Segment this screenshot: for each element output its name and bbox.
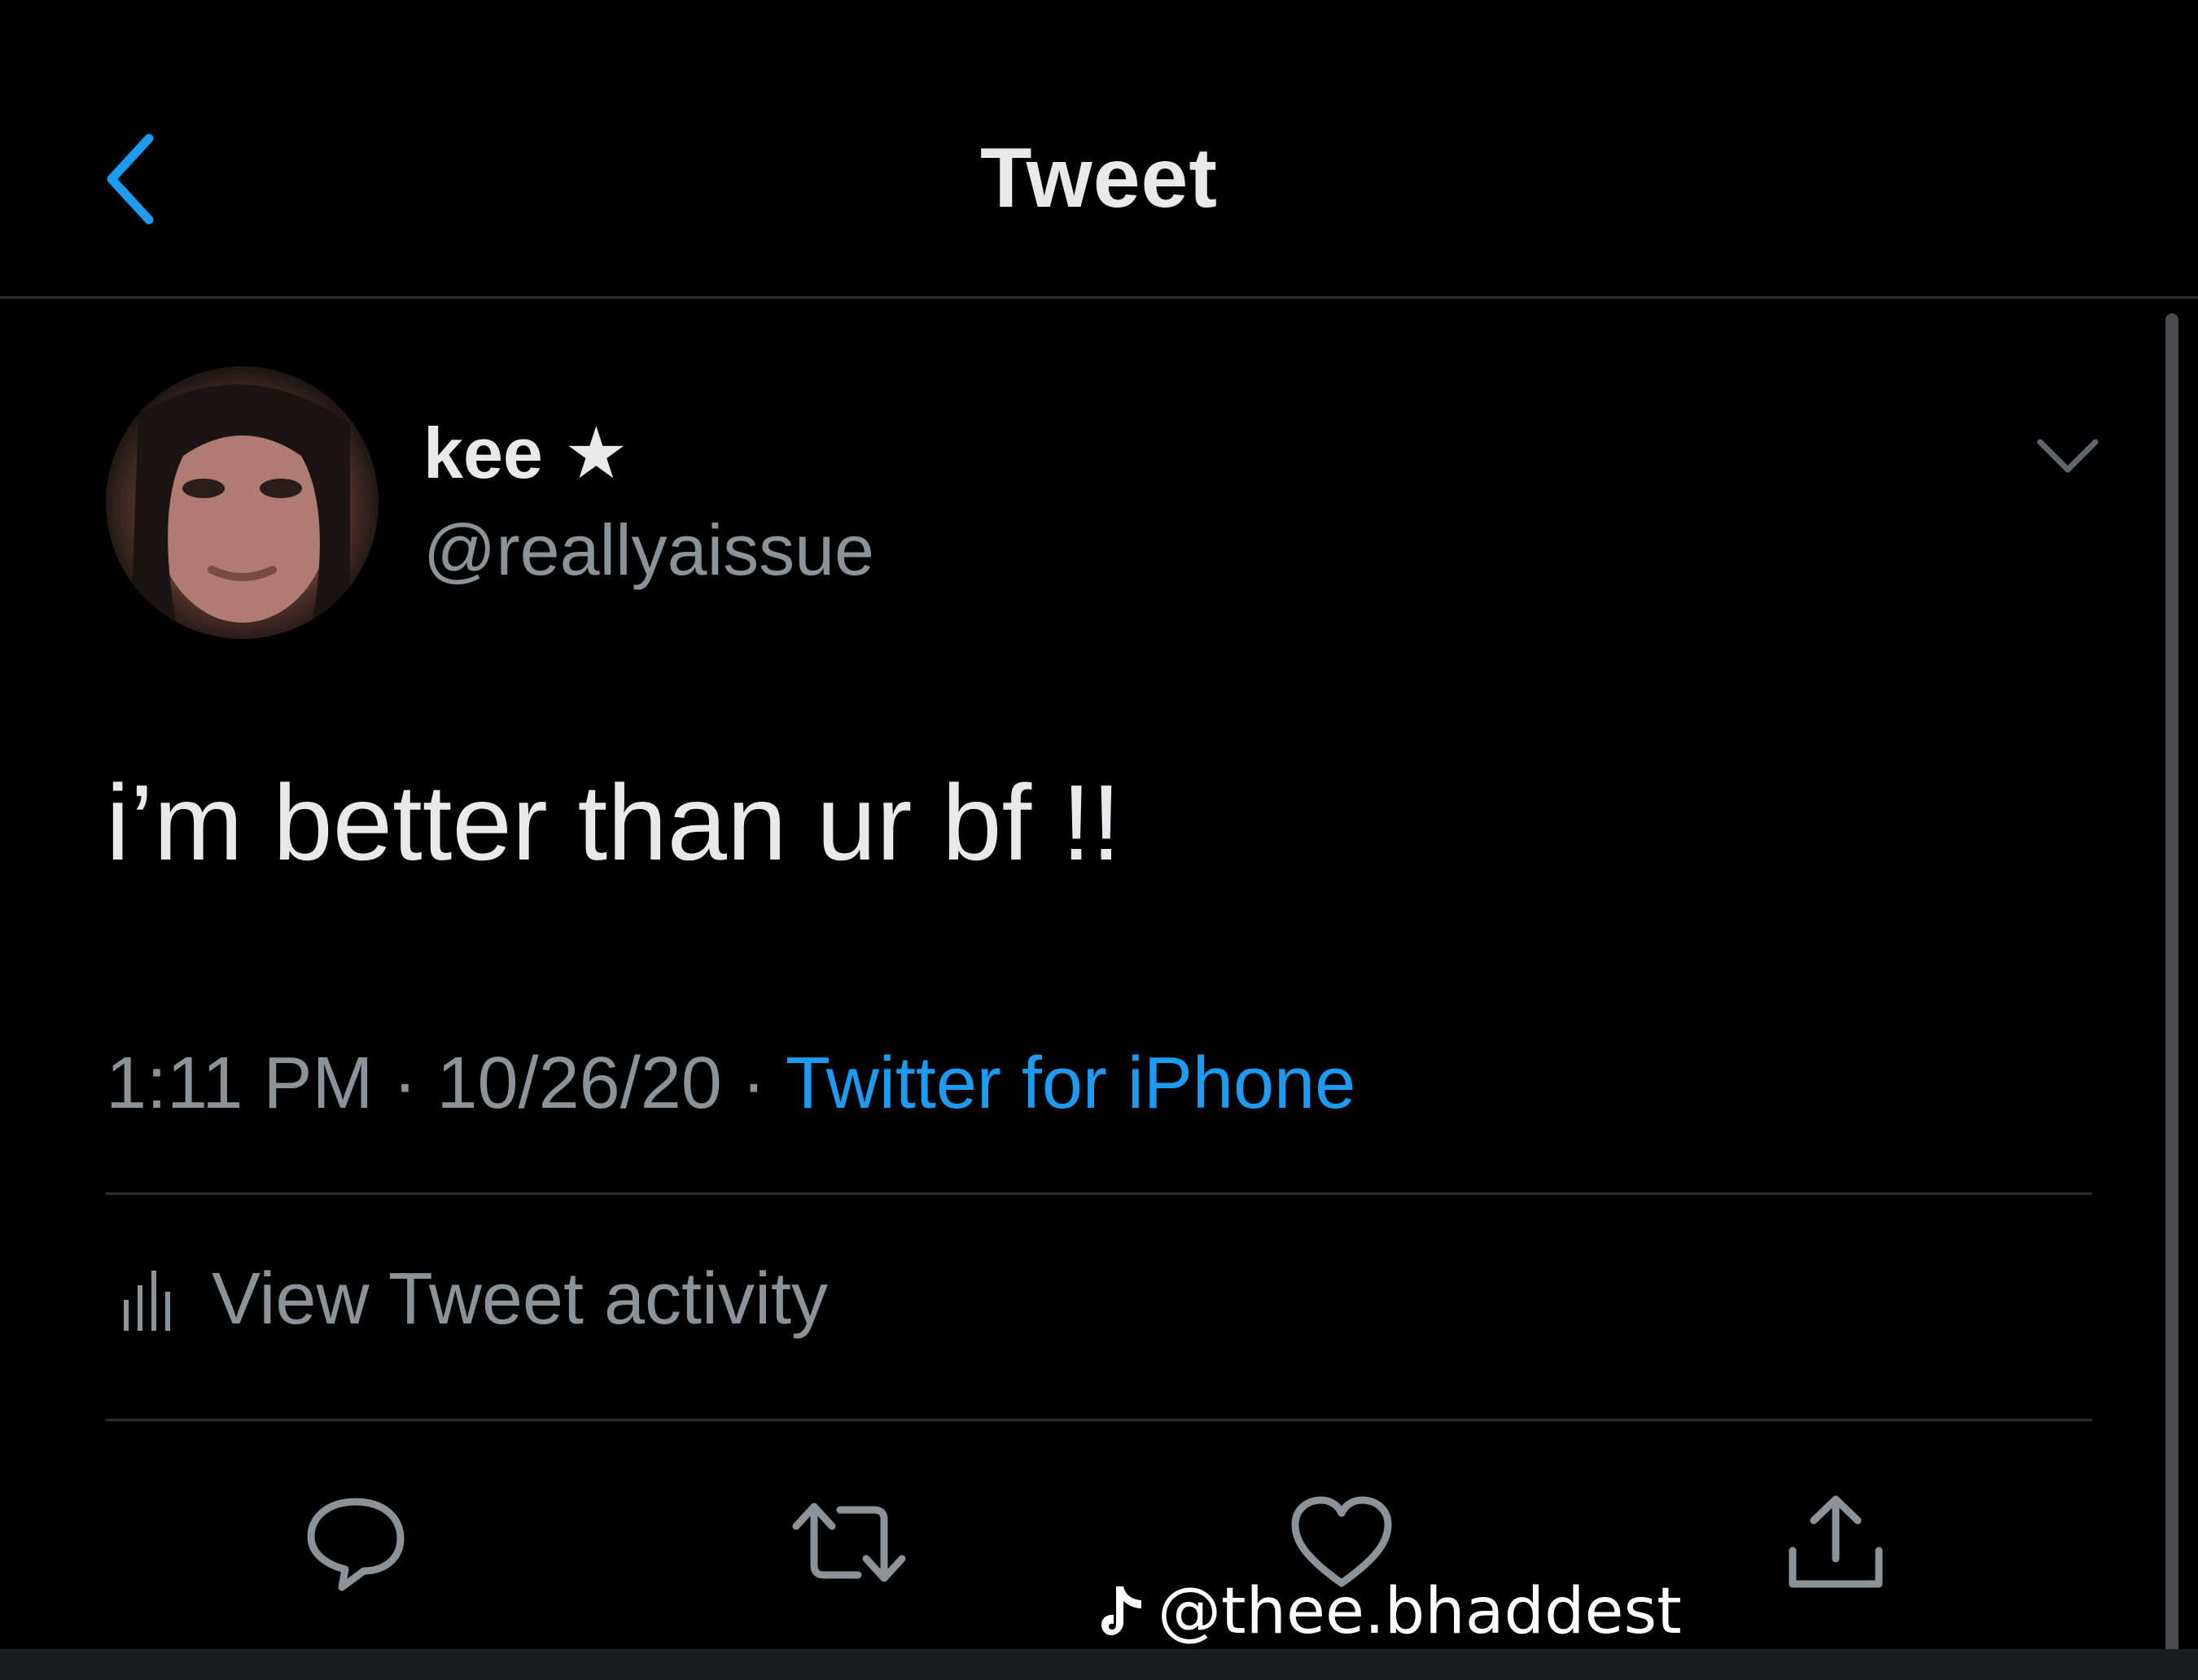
share-button[interactable] [1775, 1481, 1897, 1603]
reply-icon [307, 1498, 405, 1591]
tweet-time: 1:11 PM [106, 1043, 374, 1124]
bottom-strip [0, 1649, 2198, 1680]
tiktok-icon [1101, 1586, 1141, 1635]
star-icon: ★ [563, 413, 628, 493]
tiktok-watermark: @thee.bhaddest [1099, 1575, 1682, 1648]
author-handle[interactable]: @reallyaissue [423, 509, 874, 592]
chevron-down-icon [2037, 439, 2099, 473]
share-icon [1789, 1495, 1883, 1588]
tweet-date: 10/26/20 [436, 1043, 722, 1124]
avatar[interactable] [106, 366, 379, 639]
meta-separator: · [741, 1043, 766, 1124]
top-nav-bar: Tweet [0, 0, 2198, 299]
view-tweet-activity-label: View Tweet activity [212, 1258, 829, 1340]
meta-separator: · [392, 1043, 418, 1124]
divider [106, 1419, 2092, 1421]
page-title: Tweet [979, 131, 1218, 225]
reply-button[interactable] [295, 1481, 417, 1603]
analytics-icon [124, 1270, 170, 1331]
tweet-metadata: 1:11 PM · 10/26/20 · Twitter for iPhone [106, 1042, 1355, 1126]
view-tweet-activity-button[interactable]: View Tweet activity [122, 1258, 828, 1341]
author-name[interactable]: kee ★ [423, 411, 628, 495]
watermark-handle: @thee.bhaddest [1158, 1575, 1682, 1648]
retweet-icon [792, 1503, 906, 1582]
divider [106, 1192, 2092, 1195]
avatar-image [130, 384, 350, 639]
tweet-source-link[interactable]: Twitter for iPhone [786, 1043, 1355, 1124]
retweet-button[interactable] [788, 1481, 910, 1603]
tweet-text: i’m better than ur bf !! [106, 763, 1122, 882]
more-options-button[interactable] [2027, 423, 2108, 488]
author-display-name: kee [423, 412, 543, 493]
scrollbar[interactable] [2165, 313, 2178, 1680]
